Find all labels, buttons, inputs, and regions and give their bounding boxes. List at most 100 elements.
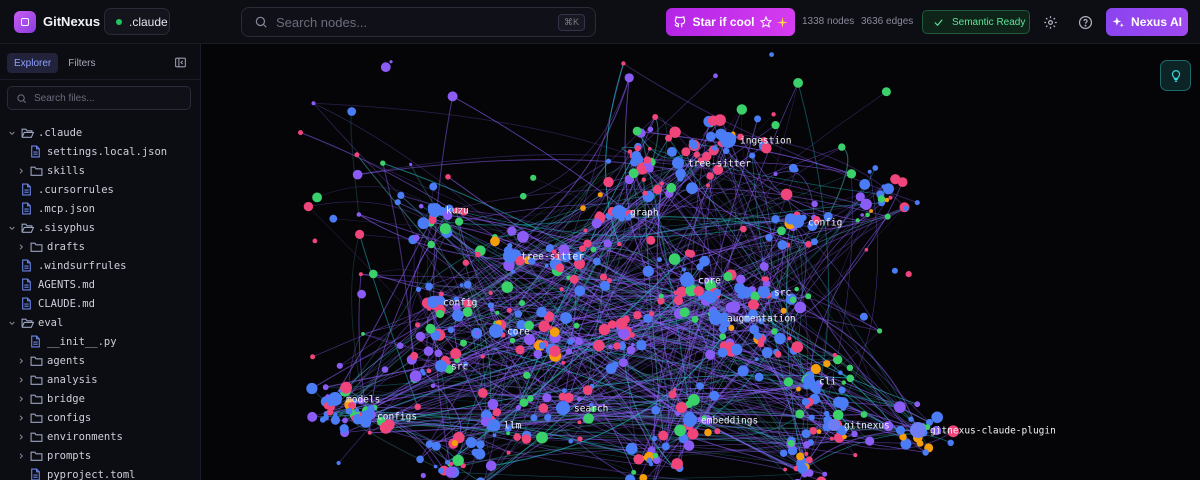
- graph-hub-node[interactable]: [503, 249, 517, 263]
- graph-node[interactable]: [635, 155, 644, 164]
- graph-node[interactable]: [530, 174, 537, 181]
- graph-node[interactable]: [611, 361, 619, 368]
- graph-node[interactable]: [646, 164, 654, 173]
- graph-node[interactable]: [671, 458, 683, 470]
- chevron-right-icon[interactable]: [15, 243, 27, 251]
- graph-node[interactable]: [947, 439, 954, 446]
- graph-node[interactable]: [514, 310, 523, 318]
- tree-folder[interactable]: bridge: [0, 389, 200, 408]
- graph-node[interactable]: [779, 449, 788, 457]
- graph-node[interactable]: [519, 300, 526, 306]
- graph-node[interactable]: [397, 191, 405, 199]
- tree-folder[interactable]: drafts: [0, 237, 200, 256]
- graph-node[interactable]: [506, 307, 512, 313]
- graph-node[interactable]: [717, 347, 728, 358]
- graph-node[interactable]: [838, 143, 846, 151]
- graph-node[interactable]: [418, 203, 424, 209]
- graph-node[interactable]: [567, 338, 574, 345]
- graph-node[interactable]: [693, 285, 704, 297]
- collapse-sidebar-button[interactable]: [174, 56, 187, 74]
- graph-node[interactable]: [574, 285, 586, 297]
- graph-hub-node[interactable]: [489, 324, 503, 338]
- graph-node[interactable]: [922, 449, 929, 456]
- graph-node[interactable]: [582, 385, 593, 396]
- graph-node[interactable]: [542, 393, 552, 403]
- tree-folder[interactable]: prompts: [0, 446, 200, 465]
- graph-node[interactable]: [687, 428, 699, 440]
- graph-node[interactable]: [342, 417, 348, 424]
- tree-folder[interactable]: .sisyphus: [0, 218, 200, 237]
- graph-node[interactable]: [659, 181, 664, 186]
- graph-node[interactable]: [544, 263, 549, 268]
- graph-node[interactable]: [713, 73, 718, 79]
- graph-node[interactable]: [527, 395, 534, 402]
- graph-node[interactable]: [783, 467, 787, 472]
- graph-node[interactable]: [773, 172, 778, 176]
- tree-file[interactable]: .cursorrules: [0, 180, 200, 199]
- graph-node[interactable]: [682, 267, 687, 272]
- graph-node[interactable]: [474, 448, 486, 460]
- graph-hub-node[interactable]: [427, 296, 439, 308]
- graph-node[interactable]: [509, 337, 516, 344]
- graph-node[interactable]: [480, 354, 485, 359]
- graph-node[interactable]: [583, 413, 594, 424]
- graph-node[interactable]: [355, 229, 365, 239]
- graph-node[interactable]: [648, 311, 655, 317]
- graph-node[interactable]: [347, 107, 357, 116]
- graph-node[interactable]: [568, 439, 573, 444]
- graph-node[interactable]: [652, 114, 659, 120]
- graph-node[interactable]: [485, 460, 497, 472]
- graph-node[interactable]: [462, 259, 469, 266]
- graph-node[interactable]: [838, 370, 843, 376]
- graph-node[interactable]: [794, 301, 807, 314]
- graph-node[interactable]: [812, 386, 821, 395]
- graph-node[interactable]: [303, 201, 314, 212]
- star-button[interactable]: Star if cool: [666, 8, 795, 36]
- graph-node[interactable]: [816, 429, 822, 434]
- graph-node[interactable]: [463, 280, 472, 289]
- graph-node[interactable]: [340, 381, 352, 394]
- graph-node[interactable]: [420, 472, 426, 479]
- graph-node[interactable]: [731, 343, 743, 356]
- graph-node[interactable]: [501, 281, 514, 293]
- graph-node[interactable]: [617, 241, 622, 247]
- graph-node[interactable]: [675, 402, 687, 413]
- graph-node[interactable]: [490, 236, 500, 247]
- graph-node[interactable]: [298, 130, 303, 136]
- graph-node[interactable]: [903, 205, 909, 212]
- graph-node[interactable]: [736, 274, 746, 284]
- graph-node[interactable]: [415, 286, 422, 292]
- graph-node[interactable]: [865, 436, 875, 446]
- graph-node[interactable]: [381, 366, 389, 373]
- graph-node[interactable]: [908, 416, 914, 422]
- graph-node[interactable]: [668, 253, 681, 265]
- graph-node[interactable]: [433, 464, 438, 469]
- graph-node[interactable]: [415, 331, 426, 341]
- chevron-down-icon[interactable]: [6, 319, 18, 327]
- graph-node[interactable]: [805, 456, 813, 464]
- graph-node[interactable]: [429, 182, 438, 191]
- graph-node[interactable]: [774, 332, 786, 345]
- graph-node[interactable]: [548, 325, 553, 330]
- file-search[interactable]: [7, 86, 191, 110]
- graph-node[interactable]: [666, 146, 677, 157]
- graph-node[interactable]: [329, 214, 338, 223]
- graph-node[interactable]: [515, 404, 522, 411]
- graph-node[interactable]: [846, 374, 855, 383]
- graph-node[interactable]: [797, 463, 808, 474]
- graph-hub-node[interactable]: [792, 216, 804, 228]
- graph-node[interactable]: [722, 147, 730, 155]
- graph-node[interactable]: [709, 390, 720, 401]
- chevron-right-icon[interactable]: [15, 452, 27, 460]
- graph-node[interactable]: [855, 218, 860, 223]
- tree-folder[interactable]: environments: [0, 427, 200, 446]
- graph-node[interactable]: [358, 272, 363, 277]
- graph-node[interactable]: [523, 371, 531, 379]
- graph-node[interactable]: [583, 239, 592, 248]
- graph-node[interactable]: [674, 424, 686, 437]
- graph-node[interactable]: [459, 283, 464, 288]
- graph-hub-node[interactable]: [328, 392, 342, 406]
- graph-node[interactable]: [679, 307, 690, 318]
- graph-node[interactable]: [668, 390, 677, 399]
- graph-node[interactable]: [416, 455, 424, 464]
